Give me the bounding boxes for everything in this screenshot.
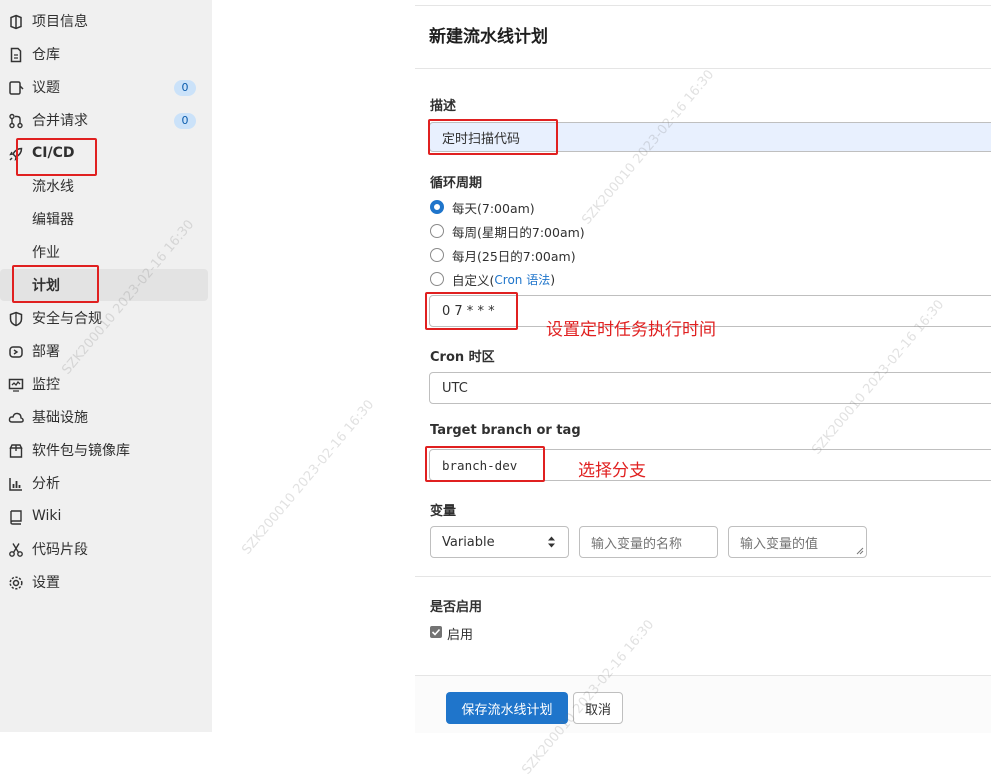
radio-daily[interactable] <box>430 200 444 214</box>
sidebar-item-label: 代码片段 <box>32 542 88 558</box>
description-highlight-box <box>428 119 558 155</box>
merge-requests-count-badge: 0 <box>174 113 196 129</box>
interval-option-label: 每月(25日的7:00am) <box>452 248 576 264</box>
variables-divider <box>415 576 991 577</box>
sidebar-item-issues[interactable]: 议题 0 <box>0 71 208 103</box>
interval-option-daily[interactable]: 每天(7:00am) <box>430 197 535 217</box>
active-checkbox[interactable] <box>430 626 442 638</box>
resize-handle-icon[interactable] <box>856 547 864 555</box>
cloud-icon <box>8 410 24 426</box>
sidebar-item-label: 合并请求 <box>32 113 88 129</box>
page-title: 新建流水线计划 <box>429 27 548 47</box>
sidebar-item-label: 议题 <box>32 80 60 96</box>
sidebar-item-deployments[interactable]: 部署 <box>0 335 208 367</box>
sidebar-item-label: 分析 <box>32 476 60 492</box>
watermark: SZK200010 2023-02-16 16:30 <box>239 397 378 558</box>
variable-type-value: Variable <box>442 534 495 550</box>
sidebar-item-analytics[interactable]: 分析 <box>0 467 208 499</box>
sidebar: 项目信息 仓库 议题 0 合并请求 0 CI/CD 流水线 编辑器 作业 计划 <box>0 0 212 732</box>
branch-annotation: 选择分支 <box>578 461 646 481</box>
deploy-icon <box>8 344 24 360</box>
sidebar-item-label: 基础设施 <box>32 410 88 426</box>
repository-icon <box>8 47 24 63</box>
sidebar-item-label: 监控 <box>32 377 60 393</box>
top-divider <box>415 5 991 6</box>
active-checkbox-label: 启用 <box>447 628 474 643</box>
radio-weekly[interactable] <box>430 224 444 238</box>
issues-icon <box>8 80 24 96</box>
interval-option-custom[interactable]: 自定义( Cron 语法 ) <box>430 269 555 289</box>
cron-annotation: 设置定时任务执行时间 <box>546 320 716 340</box>
interval-option-weekly[interactable]: 每周(星期日的7:00am) <box>430 221 585 241</box>
timezone-label: Cron 时区 <box>430 350 495 365</box>
sidebar-item-infrastructure[interactable]: 基础设施 <box>0 401 208 433</box>
timezone-value: UTC <box>442 380 468 396</box>
variables-label: 变量 <box>430 504 457 519</box>
sidebar-item-wiki[interactable]: Wiki <box>0 500 208 532</box>
book-icon <box>8 509 24 525</box>
branch-highlight-box <box>425 446 545 482</box>
variable-value-input[interactable]: 输入变量的值 <box>728 526 867 558</box>
cicd-highlight-box <box>16 138 97 176</box>
variable-key-input[interactable]: 输入变量的名称 <box>579 526 718 558</box>
variable-key-placeholder: 输入变量的名称 <box>591 536 683 552</box>
sidebar-item-label: 软件包与镜像库 <box>32 443 130 459</box>
active-label: 是否启用 <box>430 600 483 615</box>
merge-request-icon <box>8 113 24 129</box>
interval-option-monthly[interactable]: 每月(25日的7:00am) <box>430 245 576 265</box>
save-schedule-button[interactable]: 保存流水线计划 <box>446 692 568 724</box>
sidebar-item-label: 编辑器 <box>32 212 74 228</box>
sidebar-item-project-info[interactable]: 项目信息 <box>0 5 208 37</box>
timezone-select[interactable]: UTC <box>429 372 991 404</box>
interval-option-label: 每天(7:00am) <box>452 200 535 216</box>
issues-count-badge: 0 <box>174 80 196 96</box>
sidebar-item-settings[interactable]: 设置 <box>0 566 208 598</box>
sidebar-item-label: 部署 <box>32 344 60 360</box>
radio-monthly[interactable] <box>430 248 444 262</box>
sidebar-item-repository[interactable]: 仓库 <box>0 38 208 70</box>
variable-value-placeholder: 输入变量的值 <box>740 536 819 552</box>
description-label: 描述 <box>430 99 457 114</box>
select-arrows-icon <box>547 535 556 549</box>
interval-option-suffix: ) <box>550 271 556 287</box>
radio-custom[interactable] <box>430 272 444 286</box>
sidebar-item-label: 作业 <box>32 245 60 261</box>
interval-option-label: 每周(星期日的7:00am) <box>452 224 585 240</box>
sidebar-item-label: 项目信息 <box>32 14 88 30</box>
project-icon <box>8 14 24 30</box>
sidebar-item-label: 仓库 <box>32 47 60 63</box>
sidebar-item-label: Wiki <box>32 508 62 524</box>
cron-syntax-link[interactable]: Cron 语法 <box>494 271 550 288</box>
sidebar-item-label: 流水线 <box>32 179 74 195</box>
cron-highlight-box <box>425 292 518 330</box>
sidebar-item-packages[interactable]: 软件包与镜像库 <box>0 434 208 466</box>
branch-label: Target branch or tag <box>430 423 581 438</box>
sidebar-item-merge-requests[interactable]: 合并请求 0 <box>0 104 208 136</box>
schedules-highlight-box <box>12 265 99 303</box>
chart-icon <box>8 476 24 492</box>
monitor-icon <box>8 377 24 393</box>
interval-option-label: 自定义( <box>452 272 495 288</box>
sidebar-item-label: 设置 <box>32 575 60 591</box>
shield-icon <box>8 311 24 327</box>
interval-label: 循环周期 <box>430 176 483 191</box>
package-icon <box>8 443 24 459</box>
sidebar-item-label: 安全与合规 <box>32 311 102 327</box>
variable-type-select[interactable]: Variable <box>430 526 569 558</box>
sidebar-item-snippets[interactable]: 代码片段 <box>0 533 208 565</box>
scissors-icon <box>8 542 24 558</box>
sidebar-item-monitor[interactable]: 监控 <box>0 368 208 400</box>
gear-icon <box>8 575 24 591</box>
